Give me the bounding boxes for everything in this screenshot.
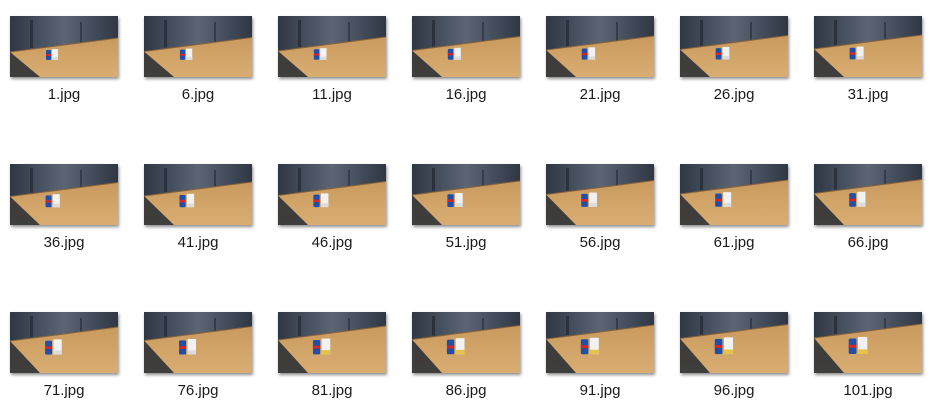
file-name-label: 11.jpg — [312, 86, 352, 103]
file-thumbnail[interactable] — [814, 312, 922, 373]
file-name-label: 96.jpg — [713, 382, 755, 399]
file-thumbnail[interactable] — [680, 164, 788, 225]
file-item[interactable]: 36.jpg — [0, 148, 134, 251]
file-item[interactable]: 56.jpg — [536, 148, 670, 251]
file-item[interactable]: 46.jpg — [268, 148, 402, 251]
file-name-label: 41.jpg — [177, 234, 219, 251]
file-item[interactable]: 6.jpg — [134, 0, 268, 103]
file-grid: 1.jpg 6.jpg 11.jpg 16.jpg 21.jpg 26.jpg … — [0, 0, 936, 408]
scene-image — [546, 16, 654, 77]
file-thumbnail[interactable] — [144, 16, 252, 77]
file-thumbnail[interactable] — [412, 312, 520, 373]
scene-image — [278, 16, 386, 77]
file-item[interactable]: 1.jpg — [0, 0, 134, 103]
scene-image — [412, 312, 520, 373]
file-name-label: 91.jpg — [579, 382, 621, 399]
scene-image — [10, 164, 118, 225]
file-thumbnail[interactable] — [144, 312, 252, 373]
scene-image — [144, 164, 252, 225]
file-name-label: 36.jpg — [43, 234, 85, 251]
scene-image — [10, 312, 118, 373]
file-thumbnail[interactable] — [10, 164, 118, 225]
file-thumbnail[interactable] — [680, 16, 788, 77]
scene-image — [680, 312, 788, 373]
scene-image — [680, 16, 788, 77]
scene-image — [412, 164, 520, 225]
file-name-label: 81.jpg — [311, 382, 353, 399]
file-name-label: 16.jpg — [445, 86, 487, 103]
file-thumbnail[interactable] — [144, 164, 252, 225]
file-thumbnail[interactable] — [546, 164, 654, 225]
scene-image — [144, 312, 252, 373]
file-item[interactable]: 16.jpg — [402, 0, 536, 103]
file-item[interactable]: 71.jpg — [0, 296, 134, 399]
file-name-label: 56.jpg — [579, 234, 621, 251]
scene-image — [814, 16, 922, 77]
scene-image — [814, 164, 922, 225]
file-item[interactable]: 81.jpg — [268, 296, 402, 399]
scene-image — [278, 164, 386, 225]
file-thumbnail[interactable] — [680, 312, 788, 373]
file-item[interactable]: 11.jpg — [268, 0, 402, 103]
file-name-label: 101.jpg — [843, 382, 893, 399]
file-item[interactable]: 66.jpg — [804, 148, 936, 251]
file-name-label: 76.jpg — [177, 382, 219, 399]
file-item[interactable]: 91.jpg — [536, 296, 670, 399]
file-thumbnail[interactable] — [814, 16, 922, 77]
file-name-label: 31.jpg — [847, 86, 889, 103]
file-item[interactable]: 21.jpg — [536, 0, 670, 103]
file-name-label: 26.jpg — [713, 86, 755, 103]
scene-image — [144, 16, 252, 77]
scene-image — [546, 312, 654, 373]
file-name-label: 66.jpg — [847, 234, 889, 251]
scene-image — [412, 16, 520, 77]
file-thumbnail[interactable] — [278, 312, 386, 373]
file-item[interactable]: 76.jpg — [134, 296, 268, 399]
scene-image — [814, 312, 922, 373]
file-thumbnail[interactable] — [10, 16, 118, 77]
file-item[interactable]: 101.jpg — [804, 296, 936, 399]
file-item[interactable]: 26.jpg — [670, 0, 804, 103]
file-thumbnail[interactable] — [278, 164, 386, 225]
file-item[interactable]: 31.jpg — [804, 0, 936, 103]
file-thumbnail[interactable] — [412, 16, 520, 77]
file-thumbnail[interactable] — [10, 312, 118, 373]
file-name-label: 71.jpg — [43, 382, 85, 399]
file-name-label: 86.jpg — [445, 382, 487, 399]
file-thumbnail[interactable] — [814, 164, 922, 225]
file-item[interactable]: 51.jpg — [402, 148, 536, 251]
scene-image — [278, 312, 386, 373]
file-name-label: 1.jpg — [47, 86, 81, 103]
scene-image — [680, 164, 788, 225]
file-name-label: 51.jpg — [445, 234, 487, 251]
file-name-label: 6.jpg — [181, 86, 215, 103]
file-item[interactable]: 86.jpg — [402, 296, 536, 399]
file-thumbnail[interactable] — [412, 164, 520, 225]
file-item[interactable]: 41.jpg — [134, 148, 268, 251]
file-thumbnail[interactable] — [546, 312, 654, 373]
file-thumbnail[interactable] — [278, 16, 386, 77]
file-item[interactable]: 96.jpg — [670, 296, 804, 399]
file-thumbnail[interactable] — [546, 16, 654, 77]
scene-image — [10, 16, 118, 77]
scene-image — [546, 164, 654, 225]
file-name-label: 61.jpg — [713, 234, 755, 251]
file-item[interactable]: 61.jpg — [670, 148, 804, 251]
file-name-label: 46.jpg — [311, 234, 353, 251]
file-name-label: 21.jpg — [579, 86, 621, 103]
